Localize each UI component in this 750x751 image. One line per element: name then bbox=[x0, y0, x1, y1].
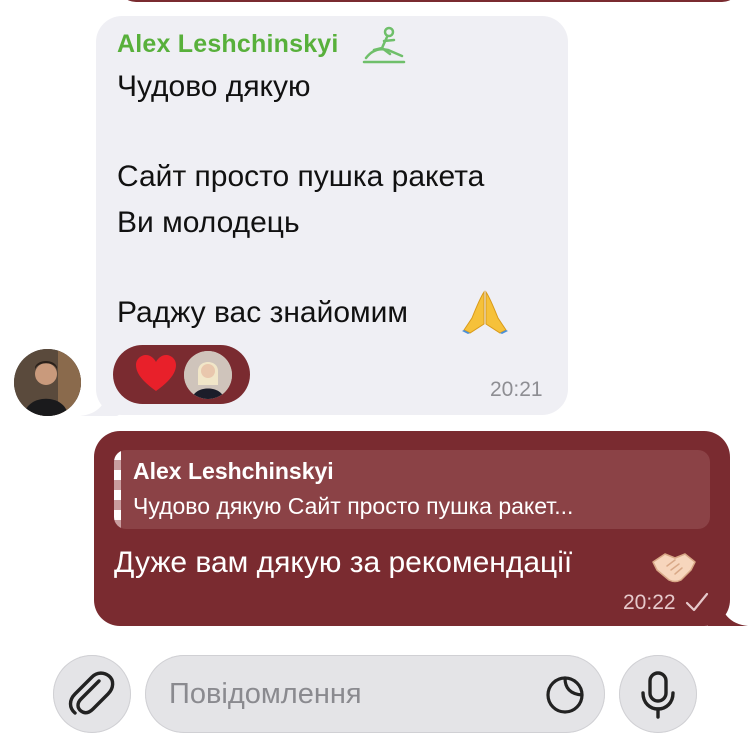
message-input[interactable] bbox=[169, 678, 529, 711]
sender-avatar[interactable] bbox=[14, 349, 81, 416]
message-line: Раджу вас знайомим bbox=[117, 296, 409, 329]
attach-button[interactable] bbox=[53, 655, 131, 733]
message-line: Сайт просто пушка ракета bbox=[117, 160, 485, 193]
outgoing-message-text: Дуже вам дякую за рекомендації bbox=[114, 546, 573, 579]
voice-button[interactable] bbox=[619, 655, 697, 733]
reaction-user-avatar[interactable] bbox=[184, 351, 232, 399]
paperclip-icon bbox=[68, 671, 115, 715]
sender-name[interactable]: Alex Leshchinskyi bbox=[117, 30, 339, 59]
sender-status-icon bbox=[362, 26, 406, 64]
handshake-emoji-icon bbox=[652, 553, 696, 583]
message-line: Чудово дякую bbox=[117, 70, 311, 103]
reply-quote-bar bbox=[114, 450, 121, 529]
check-icon bbox=[685, 592, 709, 612]
previous-message-bubble bbox=[118, 0, 740, 2]
sticker-icon[interactable] bbox=[544, 674, 586, 716]
reply-text: Чудово дякую Сайт просто пушка ракет... bbox=[133, 493, 574, 519]
microphone-icon bbox=[641, 671, 675, 719]
message-time: 20:22 bbox=[623, 591, 676, 614]
heart-reaction-icon[interactable] bbox=[136, 355, 176, 393]
message-time: 20:21 bbox=[490, 378, 543, 401]
message-line: Ви молодець bbox=[117, 206, 300, 239]
pray-emoji-icon bbox=[462, 290, 508, 334]
reply-sender-name: Alex Leshchinskyi bbox=[133, 458, 334, 484]
